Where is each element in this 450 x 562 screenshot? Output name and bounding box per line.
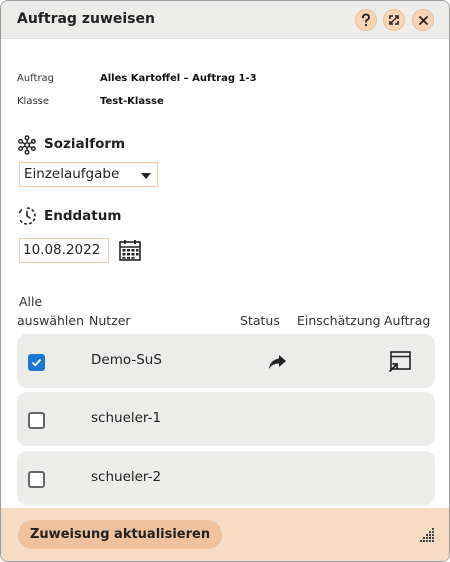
row-username: schueler-2 (91, 469, 162, 485)
dialog-footer: Zuweisung aktualisieren (1, 508, 449, 561)
auftrag-label: Auftrag (17, 73, 55, 84)
enddatum-value: 10.08.2022 (23, 242, 101, 258)
table-row: schueler-2 (17, 451, 435, 505)
row-checkbox[interactable] (28, 412, 45, 429)
update-assignment-button[interactable]: Zuweisung aktualisieren (18, 520, 223, 549)
molecule-icon (17, 135, 37, 159)
select-all-header-line2[interactable]: auswählen (17, 313, 84, 328)
table-row: schueler-1 (17, 392, 435, 446)
help-button[interactable] (355, 9, 377, 31)
task-column-header: Auftrag (384, 313, 431, 328)
status-column-header: Status (240, 313, 280, 328)
maximize-icon (388, 14, 400, 26)
close-icon (418, 15, 429, 26)
dialog-titlebar: Auftrag zuweisen (1, 1, 449, 39)
open-window-icon[interactable] (388, 349, 412, 377)
calendar-icon[interactable] (118, 238, 142, 266)
row-username: schueler-1 (91, 410, 162, 426)
sozialform-selected-value: Einzelaufgabe (24, 166, 120, 182)
row-checkbox[interactable] (28, 471, 45, 488)
assign-task-dialog: Auftrag zuweisen Auftrag Alles Kartoffel… (0, 0, 450, 562)
enddatum-input[interactable]: 10.08.2022 (19, 238, 109, 263)
klasse-value: Test-Klasse (100, 96, 164, 107)
auftrag-value: Alles Kartoffel – Auftrag 1-3 (100, 73, 257, 84)
clock-icon (17, 206, 37, 230)
row-username: Demo-SuS (91, 352, 162, 368)
user-column-header: Nutzer (89, 313, 131, 328)
resize-grip-icon[interactable] (417, 525, 435, 547)
assessment-column-header: Einschätzung (297, 313, 381, 328)
table-row: Demo-SuS (17, 334, 435, 388)
maximize-button[interactable] (383, 9, 405, 31)
klasse-label: Klasse (17, 96, 50, 107)
row-checkbox[interactable] (28, 354, 45, 371)
enddatum-title: Enddatum (44, 208, 122, 224)
select-all-header-line1[interactable]: Alle (19, 294, 42, 309)
dialog-title: Auftrag zuweisen (17, 11, 155, 27)
sozialform-title: Sozialform (44, 136, 126, 152)
question-mark-icon (360, 13, 372, 27)
dropdown-arrow-icon (141, 173, 151, 179)
share-arrow-icon[interactable] (267, 353, 287, 375)
close-button[interactable] (412, 9, 434, 31)
sozialform-select[interactable]: Einzelaufgabe (19, 162, 158, 187)
